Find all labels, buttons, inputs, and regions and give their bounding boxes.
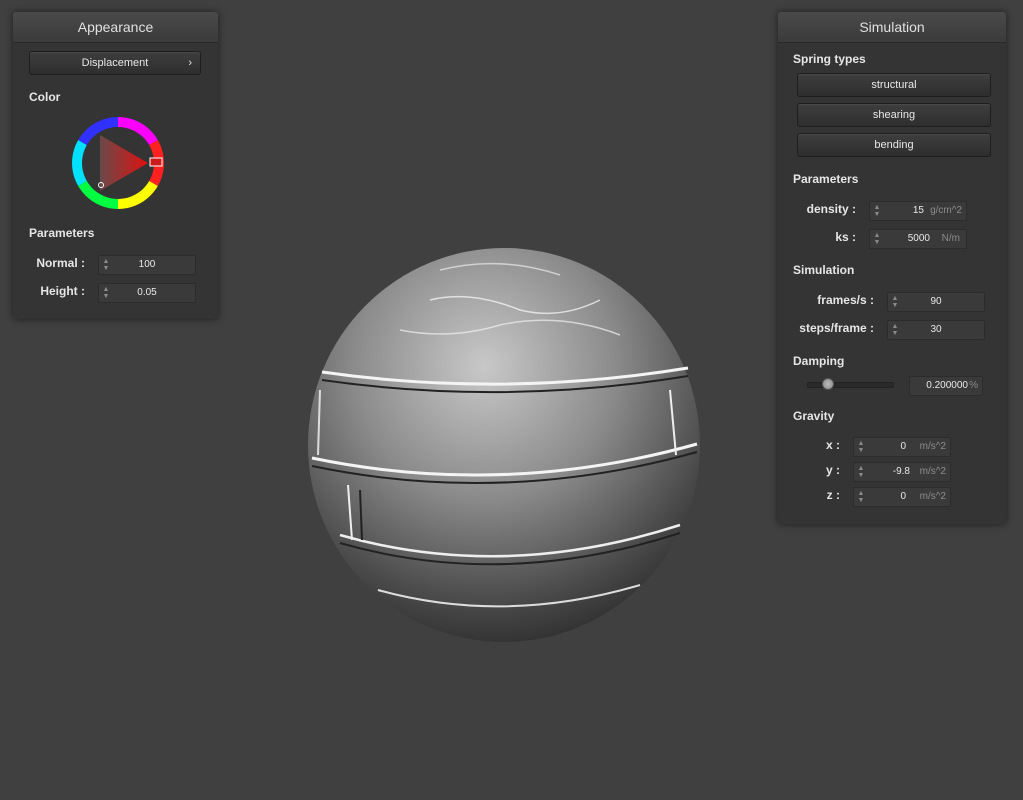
density-label: density : [806, 202, 856, 216]
simulation-panel: Simulation Spring types structural shear… [778, 12, 1006, 524]
color-section-label: Color [29, 90, 61, 104]
fps-value: 90 [930, 296, 942, 307]
updown-arrows-icon[interactable]: ▲ ▼ [857, 465, 865, 479]
updown-arrows-icon[interactable]: ▲ ▼ [873, 204, 881, 218]
damping-label: Damping [793, 354, 845, 368]
height-label: Height : [40, 284, 85, 298]
damping-value: 0.200000 [926, 380, 968, 391]
gravity-x-label: x : [825, 438, 840, 452]
fps-input[interactable]: ▲ ▼ 90 [887, 292, 985, 312]
updown-arrows-icon[interactable]: ▲ ▼ [857, 490, 865, 504]
normal-input[interactable]: ▲ ▼ 100 [98, 255, 196, 275]
density-input[interactable]: ▲ ▼ 15 g/cm^2 [869, 201, 967, 221]
ks-unit: N/m [941, 233, 960, 244]
gravity-z-value: 0 [900, 491, 906, 502]
color-wheel[interactable] [70, 115, 166, 211]
density-value: 15 [912, 205, 924, 216]
appearance-title: Appearance [13, 12, 218, 43]
spring-types-label: Spring types [793, 52, 866, 66]
gravity-y-value: -9.8 [892, 466, 910, 477]
gravity-y-unit: m/s^2 [919, 466, 946, 477]
damping-slider[interactable] [807, 382, 894, 388]
simulation-title: Simulation [778, 12, 1006, 43]
height-value: 0.05 [137, 287, 157, 298]
damping-slider-knob[interactable] [822, 378, 835, 390]
gravity-z-input[interactable]: ▲ ▼ 0 m/s^2 [853, 487, 951, 507]
fps-label: frames/s : [817, 293, 874, 307]
normal-label: Normal : [36, 256, 85, 270]
bending-label: bending [874, 139, 914, 151]
normal-value: 100 [138, 259, 156, 270]
bending-spring-button[interactable]: bending [797, 133, 991, 157]
gravity-z-unit: m/s^2 [919, 491, 946, 502]
damping-unit: % [969, 380, 978, 391]
steps-label: steps/frame : [799, 321, 874, 335]
ks-label: ks : [835, 230, 856, 244]
gravity-y-input[interactable]: ▲ ▼ -9.8 m/s^2 [853, 462, 951, 482]
ks-value: 5000 [907, 233, 930, 244]
shearing-spring-button[interactable]: shearing [797, 103, 991, 127]
gravity-y-label: y : [825, 463, 840, 477]
ks-input[interactable]: ▲ ▼ 5000 N/m [869, 229, 967, 249]
structural-label: structural [871, 79, 917, 91]
shader-dropdown-label: Displacement [81, 57, 149, 69]
simulation-section-label: Simulation [793, 263, 855, 277]
shearing-label: shearing [872, 109, 916, 121]
gravity-x-input[interactable]: ▲ ▼ 0 m/s^2 [853, 437, 951, 457]
updown-arrows-icon[interactable]: ▲ ▼ [873, 232, 881, 246]
chevron-right-icon: › [188, 57, 192, 69]
structural-spring-button[interactable]: structural [797, 73, 991, 97]
appearance-parameters-label: Parameters [29, 226, 95, 240]
shader-dropdown-button[interactable]: Displacement › [29, 51, 201, 75]
damping-input[interactable]: 0.200000 % [909, 376, 983, 396]
density-unit: g/cm^2 [930, 205, 962, 216]
gravity-z-label: z : [826, 488, 840, 502]
updown-arrows-icon[interactable]: ▲ ▼ [857, 440, 865, 454]
steps-value: 30 [930, 324, 942, 335]
appearance-panel: Appearance Displacement › Color Paramete… [13, 12, 218, 319]
steps-input[interactable]: ▲ ▼ 30 [887, 320, 985, 340]
gravity-x-unit: m/s^2 [919, 441, 946, 452]
height-input[interactable]: ▲ ▼ 0.05 [98, 283, 196, 303]
sim-parameters-label: Parameters [793, 172, 859, 186]
gravity-label: Gravity [793, 409, 835, 423]
gravity-x-value: 0 [900, 441, 906, 452]
